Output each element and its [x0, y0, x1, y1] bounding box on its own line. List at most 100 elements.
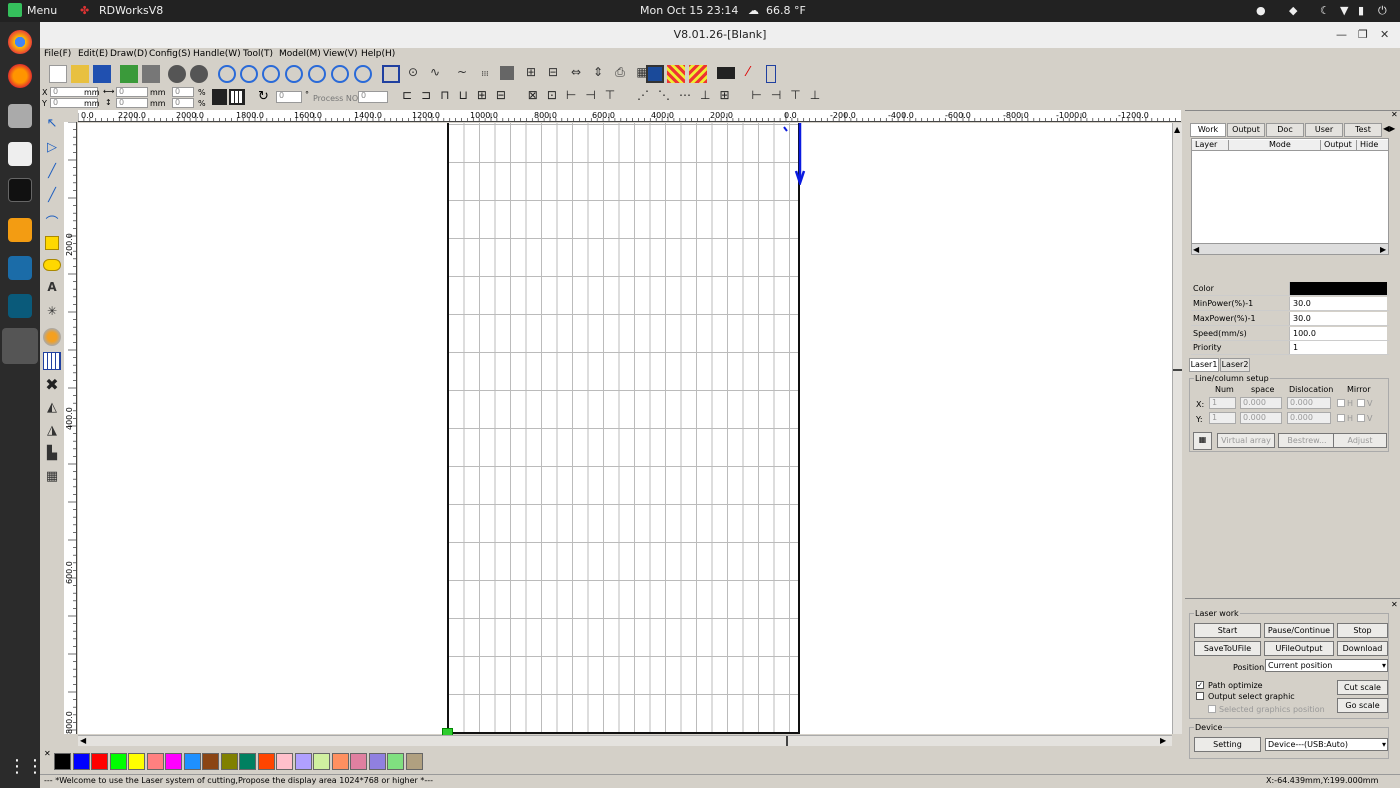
mirror-h-tool-icon[interactable]: ◭ — [43, 400, 61, 418]
new-icon[interactable] — [49, 65, 67, 83]
document-viewer-icon[interactable] — [8, 142, 32, 166]
panel-close-icon[interactable]: ✕ — [1391, 110, 1398, 119]
array-grid-icon[interactable]: ▦ — [1193, 432, 1212, 450]
x-space-input[interactable]: 0.000 — [1240, 397, 1282, 409]
color-swatch[interactable] — [220, 753, 238, 770]
moon-icon[interactable]: ☾ — [1320, 4, 1330, 17]
bestrew-button[interactable]: Bestrew... — [1278, 433, 1336, 448]
rectangle-tool-icon[interactable] — [45, 236, 59, 250]
adjust-button[interactable]: Adjust — [1333, 433, 1387, 448]
curve-icon[interactable]: ~ — [453, 65, 471, 83]
stop-button[interactable]: Stop — [1337, 623, 1388, 638]
ufile-output-button[interactable]: UFileOutput — [1264, 641, 1334, 656]
terminal-icon[interactable] — [8, 178, 32, 202]
open-icon[interactable] — [71, 65, 89, 83]
zoom-in-icon[interactable] — [218, 65, 236, 83]
device-select[interactable]: Device---(USB:Auto) ▾ — [1265, 738, 1388, 751]
node-tool-icon[interactable]: ▷ — [43, 140, 61, 158]
mirror-h-icon[interactable]: ⇔ — [567, 65, 585, 83]
smooth-icon[interactable]: ∿ — [426, 65, 444, 83]
width-input[interactable]: 0 — [116, 87, 148, 97]
color-swatch[interactable] — [405, 753, 423, 770]
y-space-input[interactable]: 0.000 — [1240, 412, 1282, 424]
prop-row-color[interactable]: Color — [1191, 282, 1389, 296]
maximize-button[interactable]: ❐ — [1358, 22, 1368, 48]
mirror-v-tool-icon[interactable]: ◮ — [43, 423, 61, 441]
rotate-input[interactable]: 0 — [276, 91, 302, 103]
grid-tool-icon[interactable] — [43, 352, 61, 370]
menu-draw[interactable]: Draw(D) — [110, 49, 147, 59]
monitor-icon[interactable] — [646, 65, 664, 83]
group-icon[interactable]: ⊞ — [522, 65, 540, 83]
color-swatch[interactable] — [91, 753, 108, 770]
x-dislocation-input[interactable]: 0.000 — [1287, 397, 1331, 409]
mirror-v-y-checkbox[interactable] — [1357, 414, 1365, 422]
prop-value[interactable]: 30.0 — [1289, 297, 1387, 310]
vertical-scroll-thumb[interactable] — [1173, 369, 1182, 371]
panel-splitter[interactable] — [1185, 110, 1400, 118]
work-area-sheet[interactable] — [447, 123, 800, 734]
color-swatch[interactable] — [276, 753, 293, 770]
redo-icon[interactable] — [190, 65, 208, 83]
menu-edit[interactable]: Edit(E) — [78, 49, 108, 59]
zoom-selection-icon[interactable] — [331, 65, 349, 83]
window-titlebar[interactable]: V8.01.26-[Blank] — ❐ ✕ — [40, 22, 1400, 48]
color-swatch[interactable] — [202, 753, 219, 770]
editor-icon[interactable] — [8, 294, 32, 318]
color-swatch[interactable] — [72, 753, 90, 770]
tab-doc[interactable]: Doc — [1266, 123, 1304, 137]
virtual-array-button[interactable]: Virtual array — [1217, 433, 1275, 448]
menu-view[interactable]: View(V) — [323, 49, 358, 59]
wifi-icon[interactable]: ▼ — [1340, 4, 1348, 17]
prop-row-min-power[interactable]: MinPower(%)-1 30.0 — [1191, 297, 1389, 311]
ellipse-tool-icon[interactable] — [43, 259, 61, 271]
zoom-area-icon[interactable] — [240, 65, 258, 83]
color-swatch[interactable] — [331, 753, 349, 770]
steam-icon[interactable]: ● — [1256, 4, 1266, 17]
download-button[interactable]: Download — [1337, 641, 1388, 656]
mirror-h-x-checkbox[interactable] — [1337, 399, 1345, 407]
ungroup-icon[interactable]: ⊟ — [544, 65, 562, 83]
vertical-scrollbar[interactable]: ▲ — [1172, 123, 1182, 734]
menu-handle[interactable]: Handle(W) — [193, 49, 241, 59]
prop-row-priority[interactable]: Priority 1 — [1191, 341, 1389, 355]
prop-row-speed[interactable]: Speed(mm/s) 100.0 — [1191, 327, 1389, 341]
select-tool-icon[interactable]: ↖ — [43, 116, 61, 134]
color-swatch[interactable] — [1289, 282, 1387, 295]
color-swatch[interactable] — [165, 753, 182, 770]
setting-button[interactable]: Setting — [1194, 737, 1261, 752]
color-swatch[interactable] — [183, 753, 201, 770]
tab-work[interactable]: Work — [1190, 123, 1226, 137]
camera-icon[interactable] — [717, 67, 735, 79]
prop-value[interactable]: 100.0 — [1289, 327, 1387, 340]
close-button[interactable]: ✕ — [1380, 22, 1389, 48]
tab-test[interactable]: Test — [1344, 123, 1382, 137]
height-input[interactable]: 0 — [116, 98, 148, 108]
scroll-left-icon[interactable]: ◀ — [80, 736, 86, 745]
mirror-v-x-checkbox[interactable] — [1357, 399, 1365, 407]
zoom-out-icon[interactable] — [262, 65, 280, 83]
palette-close-icon[interactable]: ✕ — [44, 749, 51, 758]
menu-file[interactable]: File(F) — [44, 49, 71, 59]
mirror-h-y-checkbox[interactable] — [1337, 414, 1345, 422]
menu-help[interactable]: Help(H) — [361, 49, 395, 59]
horizontal-scroll-thumb[interactable] — [786, 736, 788, 746]
drawing-canvas[interactable] — [78, 123, 1172, 736]
layer-column-header[interactable]: Layer — [1192, 140, 1229, 151]
color-swatch[interactable] — [313, 753, 330, 770]
position-select[interactable]: Current position ▾ — [1265, 659, 1388, 672]
selected-graphics-position-checkbox[interactable] — [1208, 705, 1216, 713]
color-swatch[interactable] — [239, 753, 256, 770]
menu-config[interactable]: Config(S) — [149, 49, 191, 59]
zoom-fit-icon[interactable] — [308, 65, 326, 83]
prop-value[interactable]: 1 — [1289, 341, 1387, 354]
files-icon[interactable] — [8, 104, 32, 128]
color-swatch[interactable] — [350, 753, 367, 770]
zoom-all-icon[interactable] — [354, 65, 372, 83]
export-icon[interactable] — [142, 65, 160, 83]
scale-x-input[interactable]: 0 — [172, 87, 194, 97]
polyline-tool-icon[interactable]: ╱ — [43, 188, 61, 206]
array-tool-icon[interactable]: ▦ — [43, 469, 61, 487]
minimize-button[interactable]: — — [1336, 22, 1347, 48]
color-swatch[interactable] — [387, 753, 404, 770]
